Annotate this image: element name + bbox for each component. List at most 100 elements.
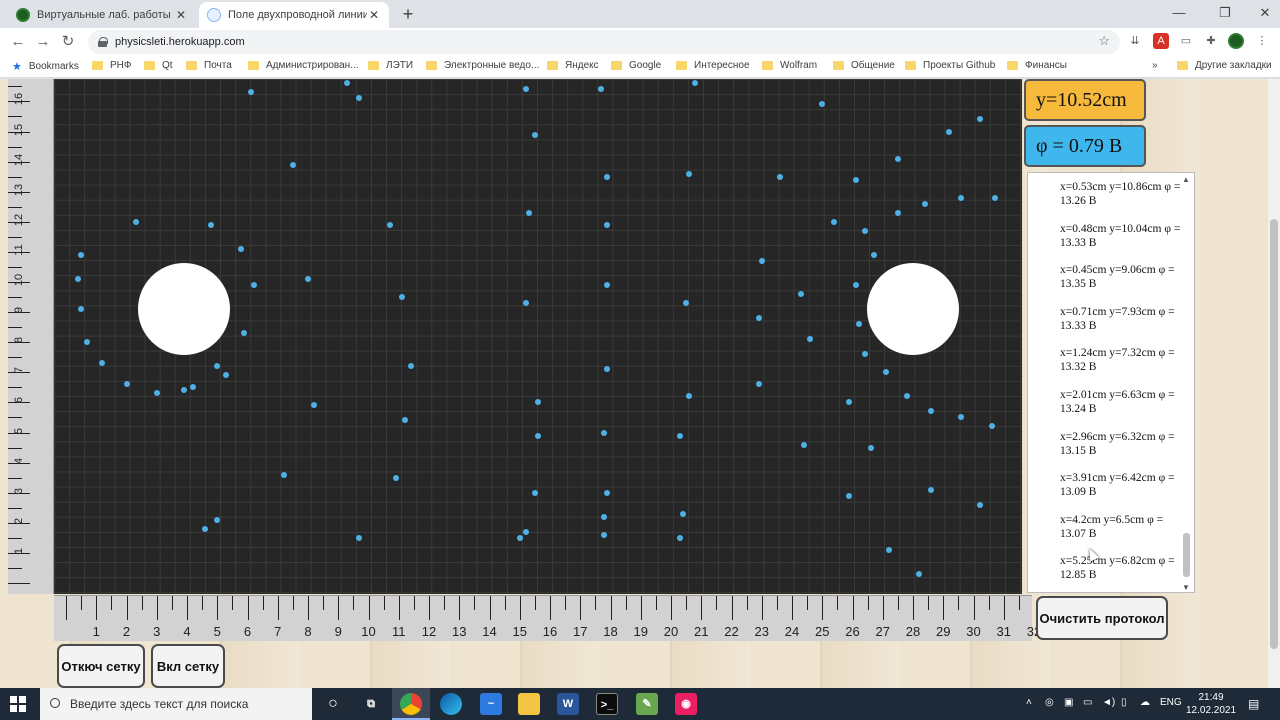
minimize-icon[interactable]: — <box>1164 4 1194 22</box>
grid-on-button[interactable]: Вкл сетку <box>151 644 225 688</box>
y-coordinate-readout: y=10.52cm <box>1024 79 1146 121</box>
new-tab-button[interactable]: + <box>398 4 418 24</box>
bookmark-folder[interactable]: Электронные ведо... <box>426 60 539 71</box>
measured-point <box>208 221 215 228</box>
ruler-tick <box>867 596 869 610</box>
bookmark-folder[interactable]: Администрирован... <box>248 60 359 71</box>
taskbar-search-box[interactable]: Введите здесь текст для поиска <box>40 688 312 720</box>
ruler-tick <box>701 596 703 620</box>
field-board[interactable] <box>54 79 1022 594</box>
chrome-icon[interactable] <box>400 693 422 715</box>
bookmark-folder[interactable]: Общение <box>833 60 895 71</box>
clear-protocol-button[interactable]: Очистить протокол <box>1036 596 1168 640</box>
pdf-extension-icon[interactable]: A <box>1153 33 1169 49</box>
ruler-label: 6 <box>243 624 252 639</box>
tray-battery-icon[interactable]: ▭ <box>1083 697 1092 708</box>
tray-app-icon[interactable]: ◎ <box>1045 697 1054 708</box>
show-hidden-icons-chevron-icon[interactable]: ˄ <box>1026 697 1032 708</box>
bookmark-folder[interactable]: Яндекс <box>547 60 599 71</box>
ruler-tick <box>8 146 22 148</box>
system-clock[interactable]: 21:49 12.02.2021 <box>1186 691 1236 717</box>
extensions-puzzle-icon[interactable]: ✚ <box>1203 33 1219 49</box>
reload-icon[interactable]: ↻ <box>58 32 78 52</box>
bookmark-folder[interactable]: ЛЭТИ <box>368 60 413 71</box>
page-scrollbar[interactable] <box>1268 79 1280 688</box>
protocol-entry: x=4.2cm y=6.5cm φ = 13.07 В <box>1060 513 1164 540</box>
volume-icon[interactable]: ◄) <box>1102 697 1115 708</box>
measured-point <box>604 282 611 288</box>
word-icon[interactable]: W <box>557 693 579 715</box>
file-explorer-icon[interactable] <box>518 693 540 715</box>
more-bookmarks-chevron-icon[interactable]: » <box>1152 60 1158 71</box>
close-tab-icon[interactable]: ✕ <box>174 8 188 22</box>
bookmark-folder[interactable]: Проекты Github <box>905 60 995 71</box>
forward-icon[interactable]: → <box>33 32 53 52</box>
ruler-tick <box>897 596 899 610</box>
onedrive-cloud-icon[interactable]: ☁ <box>1140 697 1150 708</box>
bookmark-folder[interactable]: РНФ <box>92 60 132 71</box>
bookmark-folder[interactable]: Интересное <box>676 60 750 71</box>
notifications-icon[interactable]: ▤ <box>1248 697 1259 711</box>
address-bar[interactable]: physicsleti.herokuapp.com ☆ <box>88 30 1120 54</box>
bookmark-folder[interactable]: Google <box>611 60 661 71</box>
bookmark-label: Bookmarks <box>28 61 79 72</box>
grid-off-button[interactable]: Откюч сетку <box>57 644 145 688</box>
profile-avatar[interactable] <box>1228 33 1244 49</box>
page-scroll-thumb[interactable] <box>1270 219 1278 649</box>
bookmark-star-icon[interactable]: ☆ <box>1098 33 1110 49</box>
measured-point <box>958 194 965 201</box>
search-placeholder: Введите здесь текст для поиска <box>70 697 249 711</box>
folder-icon <box>1177 61 1188 70</box>
task-view-icon[interactable]: ⧉ <box>360 693 382 715</box>
close-tab-icon[interactable]: ✕ <box>367 8 381 22</box>
screenshot-extension-icon[interactable]: ▭ <box>1178 33 1194 49</box>
protocol-scroll-thumb[interactable] <box>1183 533 1190 577</box>
measurement-protocol[interactable]: x=0.53cm y=10.86cm φ = 13.26 В x=0.48cm y… <box>1027 172 1195 593</box>
bookmark-folder[interactable]: Финансы <box>1007 60 1067 71</box>
terminal-icon[interactable]: >_ <box>596 693 618 715</box>
bookmark-folder[interactable]: Почта <box>186 60 232 71</box>
bookmark-label: Wolfram <box>780 60 818 71</box>
measured-point <box>601 513 608 520</box>
measured-point <box>356 95 363 102</box>
windows-start-icon[interactable] <box>10 696 26 712</box>
measured-point <box>238 245 245 252</box>
measured-point <box>398 294 405 301</box>
scroll-up-icon[interactable]: ▲ <box>1182 175 1190 184</box>
measured-point <box>214 363 221 370</box>
tab-two-wire-field[interactable]: Поле двухпроводной линии ✕ <box>199 2 389 28</box>
measured-point <box>386 221 393 228</box>
measured-point <box>976 116 983 123</box>
measured-point <box>885 546 892 553</box>
other-bookmarks-folder[interactable]: Другие закладки <box>1177 60 1272 71</box>
tray-security-icon[interactable]: ▣ <box>1064 697 1073 708</box>
close-window-icon[interactable]: ✕ <box>1250 4 1280 22</box>
protocol-scrollbar[interactable]: ▲ ▼ <box>1181 173 1191 592</box>
menu-dots-icon[interactable]: ⋮ <box>1254 33 1270 49</box>
ruler-tick <box>277 596 279 620</box>
restore-icon[interactable]: ❐ <box>1210 4 1240 22</box>
edge-icon[interactable] <box>440 693 462 715</box>
ruler-tick <box>913 596 914 620</box>
cortana-circle-icon[interactable]: ○ <box>322 693 344 715</box>
bookmark-folder[interactable]: Wolfram <box>762 60 817 71</box>
photos-icon[interactable]: ◉ <box>675 693 697 715</box>
language-indicator[interactable]: ENG <box>1160 697 1182 708</box>
scroll-down-icon[interactable]: ▼ <box>1182 583 1190 592</box>
ruler-label: 30 <box>966 624 981 639</box>
bookmarks-manager-link[interactable]: ★ Bookmarks <box>12 60 79 73</box>
measured-point <box>776 173 783 180</box>
ruler-tick <box>474 596 476 610</box>
notepad-icon[interactable]: ✎ <box>636 693 658 715</box>
back-icon[interactable]: ← <box>8 32 28 52</box>
measured-point <box>78 251 85 258</box>
bookmark-folder[interactable]: Qt <box>144 60 173 71</box>
ruler-label: 16 <box>13 93 25 106</box>
network-icon[interactable]: ▯ <box>1121 697 1127 708</box>
onedrive-app-icon[interactable]: ~ <box>480 693 502 715</box>
extension-icon[interactable]: ⇊ <box>1127 33 1143 49</box>
ruler-label: 3 <box>13 487 25 494</box>
measured-point <box>392 474 399 481</box>
tab-virtual-labs[interactable]: Виртуальные лаб. работы - phy ✕ <box>8 2 196 28</box>
ruler-tick <box>308 596 309 620</box>
